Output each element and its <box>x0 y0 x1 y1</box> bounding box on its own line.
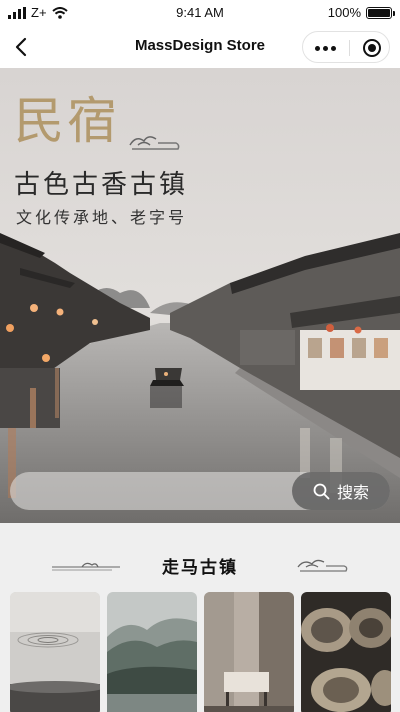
more-dots-icon[interactable] <box>315 46 336 51</box>
cloud-divider-right-icon <box>297 559 348 572</box>
battery-fill <box>368 8 390 17</box>
water-ripple-thumbnail[interactable] <box>10 592 100 712</box>
capsule-divider <box>349 40 350 56</box>
search-button-label: 搜索 <box>336 483 369 502</box>
status-bar: Z+ 9:41 AM 100% <box>0 0 400 26</box>
nav-bar: MassDesign Store <box>0 26 400 68</box>
search-icon <box>313 483 330 499</box>
hero-subtitle: 古色古香古镇 <box>14 170 189 200</box>
search-input[interactable]: 搜索 <box>10 472 390 510</box>
cloud-ornament-icon <box>129 136 180 150</box>
thumbnail-list <box>10 592 400 712</box>
hero-title: 民宿 <box>14 92 120 150</box>
hero-banner: 民宿 古色古香古镇 文化传承地、老字号 搜索 <box>0 68 400 523</box>
town-section: 走马古镇 <box>0 523 400 712</box>
battery-percent: 100% <box>327 5 361 20</box>
search-button[interactable]: 搜索 <box>292 472 390 510</box>
mountain-mist-thumbnail[interactable] <box>107 592 197 712</box>
pottery-bowls-thumbnail[interactable] <box>301 592 391 712</box>
target-icon[interactable] <box>363 39 381 57</box>
mini-program-capsule <box>302 31 390 63</box>
interior-chair-thumbnail[interactable] <box>204 592 294 712</box>
status-right: 100% <box>327 5 395 20</box>
hero-tagline: 文化传承地、老字号 <box>16 208 188 227</box>
battery-icon <box>366 6 395 19</box>
